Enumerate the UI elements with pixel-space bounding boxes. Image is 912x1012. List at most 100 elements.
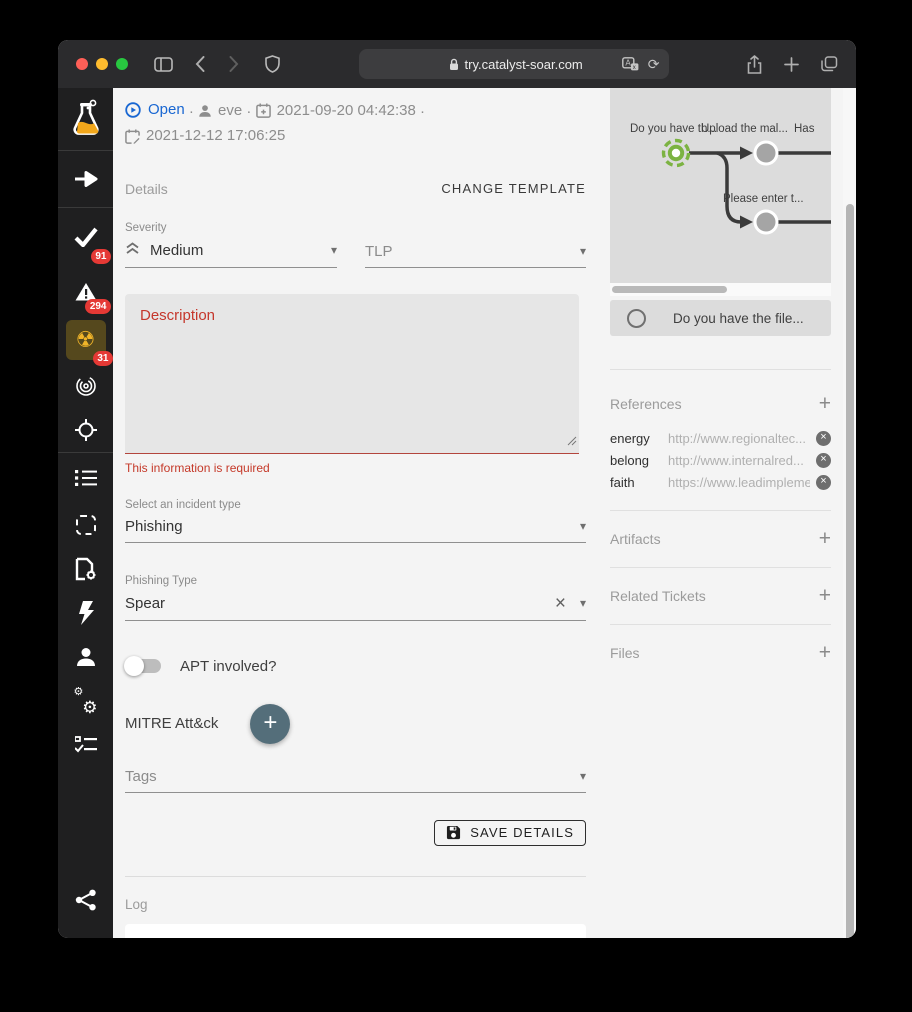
reference-url[interactable]: http://www.internalred... bbox=[668, 453, 810, 468]
check-icon bbox=[74, 227, 98, 247]
url-zone: try.catalyst-soar.com Ax ⟳ bbox=[280, 49, 747, 79]
reference-url[interactable]: http://www.regionaltec... bbox=[668, 431, 810, 446]
vscrollbar-thumb[interactable] bbox=[846, 204, 854, 938]
save-floppy-icon bbox=[446, 825, 461, 840]
lightning-bolt-icon bbox=[78, 601, 94, 625]
address-bar[interactable]: try.catalyst-soar.com Ax ⟳ bbox=[359, 49, 669, 79]
apt-toggle[interactable] bbox=[127, 659, 161, 673]
reload-icon[interactable]: ⟳ bbox=[648, 57, 660, 71]
minimize-window-button[interactable] bbox=[96, 58, 108, 70]
related-tickets-title: Related Tickets bbox=[610, 588, 706, 604]
new-tab-icon[interactable] bbox=[784, 57, 799, 72]
references-title: References bbox=[610, 396, 682, 412]
person-icon bbox=[75, 646, 97, 668]
sidebar-item-hunt[interactable] bbox=[58, 408, 113, 452]
gears-icon: ⚙ ⚙ bbox=[74, 689, 98, 713]
save-details-button[interactable]: SAVE DETAILS bbox=[434, 820, 586, 846]
hscrollbar-thumb[interactable] bbox=[612, 286, 727, 293]
catalyst-flask-logo[interactable] bbox=[58, 88, 113, 150]
mitre-row: MITRE Att&ck + bbox=[125, 704, 598, 744]
radiation-icon: ☢ bbox=[76, 329, 96, 351]
related-tickets-header: Related Tickets + bbox=[610, 585, 831, 606]
description-textarea[interactable]: Description bbox=[125, 294, 579, 454]
forward-button[interactable] bbox=[229, 56, 239, 72]
description-error: This information is required bbox=[125, 461, 598, 475]
artifacts-title: Artifacts bbox=[610, 531, 661, 547]
incident-type-label: Select an incident type bbox=[125, 499, 598, 511]
task-radio-icon[interactable] bbox=[627, 309, 646, 328]
log-title: Log bbox=[125, 897, 598, 912]
translate-icon[interactable]: Ax bbox=[622, 57, 639, 71]
chevron-down-icon: ▾ bbox=[580, 245, 586, 257]
chevron-down-icon: ▾ bbox=[580, 520, 586, 532]
playbook-node-label: Please enter t... bbox=[723, 193, 804, 205]
severity-select[interactable]: Medium ▾ bbox=[125, 241, 337, 268]
svg-text:A: A bbox=[625, 59, 631, 68]
tlp-select[interactable]: TLP ▾ bbox=[365, 243, 586, 268]
add-artifact-button[interactable]: + bbox=[819, 528, 831, 549]
playbook-node-label: Upload the mal... bbox=[701, 123, 788, 135]
playbook-task-node[interactable] bbox=[755, 211, 777, 233]
tab-overview-icon[interactable] bbox=[821, 56, 838, 72]
change-template-button[interactable]: CHANGE TEMPLATE bbox=[441, 181, 586, 196]
reference-name[interactable]: faith bbox=[610, 475, 668, 490]
task-list-item[interactable]: Do you have the file... bbox=[610, 300, 831, 336]
remove-reference-button[interactable]: × bbox=[816, 475, 831, 490]
save-details-label: SAVE DETAILS bbox=[470, 825, 574, 840]
privacy-shield-icon[interactable] bbox=[265, 55, 280, 73]
sidebar-item-incidents-active[interactable]: ☢ 31 bbox=[58, 316, 113, 364]
sidebar-item-users[interactable] bbox=[58, 635, 113, 679]
url-text: try.catalyst-soar.com bbox=[465, 57, 583, 72]
sidebar-item-fingerprint[interactable] bbox=[58, 364, 113, 408]
sidebar-toggle-icon[interactable] bbox=[154, 57, 173, 72]
add-file-button[interactable]: + bbox=[819, 642, 831, 663]
sidebar-item-forward[interactable] bbox=[58, 151, 113, 207]
reference-name[interactable]: energy bbox=[610, 431, 668, 446]
playbook-graph[interactable]: Do you have th... Upload the mal... Has … bbox=[610, 88, 831, 283]
modified-value: 2021-12-12 17:06:25 bbox=[146, 124, 285, 148]
share-page-icon[interactable] bbox=[747, 55, 762, 74]
chevron-down-icon: ▾ bbox=[580, 597, 586, 609]
add-mitre-button[interactable]: + bbox=[250, 704, 290, 744]
close-window-button[interactable] bbox=[76, 58, 88, 70]
page-vscrollbar bbox=[843, 88, 856, 938]
sidebar-item-settings[interactable]: ⚙ ⚙ bbox=[58, 679, 113, 723]
references-header: References + bbox=[610, 393, 831, 414]
incident-type-value: Phishing bbox=[125, 518, 183, 535]
references-list: energy http://www.regionaltec... × belon… bbox=[610, 427, 831, 493]
remove-reference-button[interactable]: × bbox=[816, 453, 831, 468]
traffic-lights bbox=[76, 58, 128, 70]
resize-handle[interactable] bbox=[567, 433, 577, 451]
sidebar-item-alerts[interactable]: 294 bbox=[58, 266, 113, 316]
sidebar-item-list[interactable] bbox=[58, 453, 113, 503]
sidebar-item-rules[interactable] bbox=[58, 723, 113, 767]
phishing-type-value: Spear bbox=[125, 595, 165, 612]
details-title: Details bbox=[125, 181, 168, 197]
sidebar-item-playbooks[interactable] bbox=[58, 547, 113, 591]
phishing-type-select[interactable]: Spear × ▾ bbox=[125, 594, 586, 621]
severity-value: Medium bbox=[150, 242, 203, 259]
sidebar-item-tasks[interactable]: 91 bbox=[58, 208, 113, 266]
playbook-task-node[interactable] bbox=[755, 142, 777, 164]
tasks-badge: 91 bbox=[91, 249, 111, 264]
comment-box bbox=[125, 924, 586, 939]
sidebar-item-share[interactable] bbox=[58, 878, 113, 922]
sidebar-item-templates[interactable] bbox=[58, 503, 113, 547]
back-button[interactable] bbox=[195, 56, 205, 72]
remove-reference-button[interactable]: × bbox=[816, 431, 831, 446]
add-related-ticket-button[interactable]: + bbox=[819, 585, 831, 606]
tags-select[interactable]: Tags ▾ bbox=[125, 768, 586, 793]
clear-icon[interactable]: × bbox=[555, 594, 566, 613]
app-sidebar: 91 294 ☢ 31 bbox=[58, 88, 113, 938]
sidebar-item-automations[interactable] bbox=[58, 591, 113, 635]
zoom-window-button[interactable] bbox=[116, 58, 128, 70]
add-reference-button[interactable]: + bbox=[819, 393, 831, 414]
chevron-down-icon: ▾ bbox=[331, 244, 337, 256]
status-open[interactable]: Open bbox=[125, 98, 185, 122]
reference-name[interactable]: belong bbox=[610, 453, 668, 468]
incident-type-select[interactable]: Phishing ▾ bbox=[125, 518, 586, 543]
ticket-status-row: Open · eve · 2021-09-20 04:42:38 · 2021-… bbox=[125, 98, 586, 150]
browser-window: try.catalyst-soar.com Ax ⟳ bbox=[58, 40, 856, 938]
ticket-main: Open · eve · 2021-09-20 04:42:38 · 2021-… bbox=[113, 88, 598, 938]
reference-url[interactable]: https://www.leadimpleme... bbox=[668, 475, 810, 490]
